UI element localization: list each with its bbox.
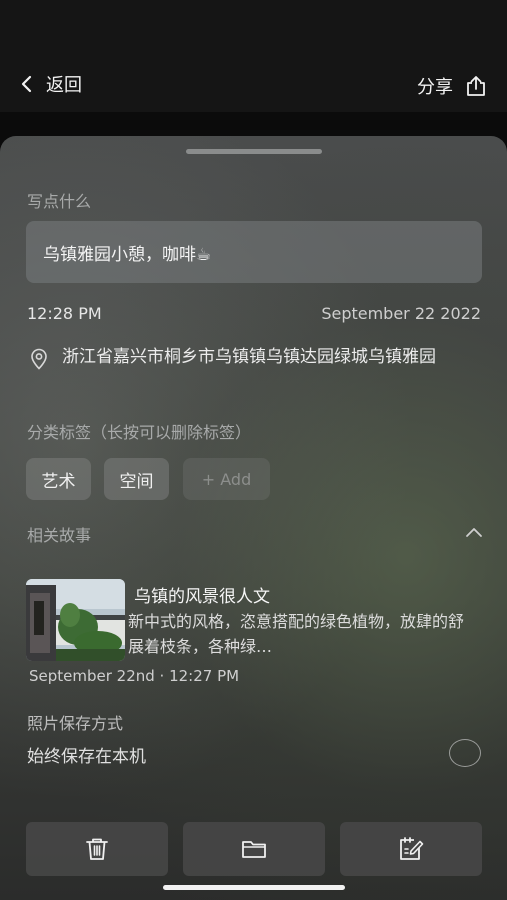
folder-button[interactable] xyxy=(183,822,325,876)
back-button[interactable]: 返回 xyxy=(20,70,82,98)
add-tag-button[interactable]: + Add xyxy=(183,458,270,500)
trash-icon xyxy=(86,838,108,860)
story-title: 乌镇的风景很人文 xyxy=(134,587,270,607)
related-story-card[interactable]: 乌镇的风景很人文 新中式的风格，恣意搭配的绿色植物，放肆的舒展着枝条，各种绿… xyxy=(26,579,482,661)
story-excerpt: 新中式的风格，恣意搭配的绿色植物，放肆的舒展着枝条，各种绿… xyxy=(128,612,465,656)
note-text: 乌镇雅园小憩，咖啡☕ xyxy=(43,245,212,265)
story-thumbnail xyxy=(26,579,125,661)
save-option-radio[interactable] xyxy=(449,739,481,767)
related-stories-label: 相关故事 xyxy=(27,526,92,545)
note-time[interactable]: 12:28 PM xyxy=(27,304,102,323)
share-button[interactable]: 分享 xyxy=(417,72,487,100)
sheet-grabber[interactable] xyxy=(186,149,322,154)
tag-space[interactable]: 空间 xyxy=(104,458,169,500)
chevron-up-icon[interactable] xyxy=(465,526,483,538)
edit-button[interactable] xyxy=(340,822,482,876)
share-icon xyxy=(467,76,485,96)
delete-button[interactable] xyxy=(26,822,168,876)
tags-section-label: 分类标签（长按可以删除标签） xyxy=(27,423,252,442)
chevron-left-icon xyxy=(21,75,32,93)
tag-art[interactable]: 艺术 xyxy=(26,458,91,500)
folder-icon xyxy=(242,841,266,858)
back-label: 返回 xyxy=(46,75,82,96)
story-thumbnail-image xyxy=(26,579,125,661)
write-section-label: 写点什么 xyxy=(27,192,92,211)
save-option-label: 始终保存在本机 xyxy=(27,747,146,767)
edit-note-icon xyxy=(400,837,424,860)
location-pin-icon xyxy=(31,348,47,370)
note-date[interactable]: September 22 2022 xyxy=(321,304,481,323)
detail-sheet: 写点什么 乌镇雅园小憩，咖啡☕ 12:28 PM September 22 20… xyxy=(0,136,507,900)
note-input[interactable]: 乌镇雅园小憩，咖啡☕ xyxy=(26,221,482,283)
location-address[interactable]: 浙江省嘉兴市桐乡市乌镇镇乌镇达园绿城乌镇雅园 xyxy=(62,346,482,369)
top-bar: 返回 分享 xyxy=(0,0,507,112)
photo-save-label: 照片保存方式 xyxy=(27,714,124,733)
story-meta: September 22nd · 12:27 PM xyxy=(29,667,240,685)
share-label: 分享 xyxy=(417,77,453,98)
home-indicator xyxy=(163,885,345,890)
